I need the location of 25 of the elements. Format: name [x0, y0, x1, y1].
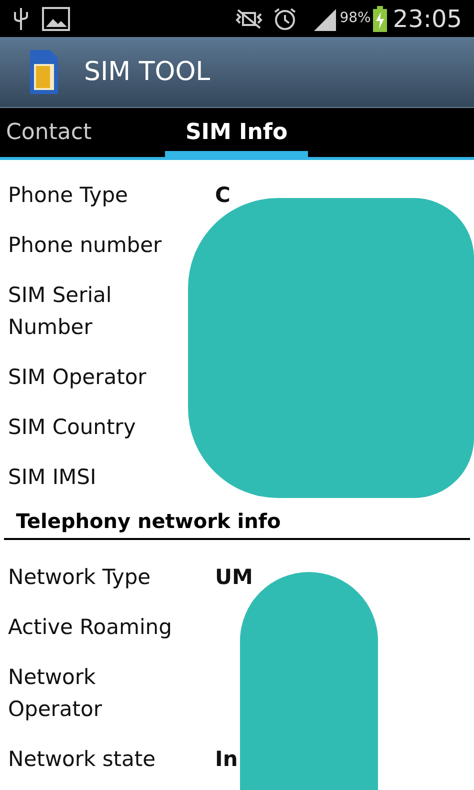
- section-header: Telephony network info: [4, 506, 470, 540]
- field-label: Phone Type: [8, 182, 129, 209]
- battery-charging-icon: [372, 6, 387, 32]
- sim-card-icon: [28, 48, 60, 96]
- field-label: Network state: [8, 746, 157, 773]
- usb-icon: [12, 6, 30, 32]
- alarm-icon: [272, 6, 298, 32]
- image-icon: [42, 6, 70, 30]
- field-label: Active Roaming: [8, 614, 173, 641]
- field-value: UM: [215, 564, 253, 591]
- signal-icon: [312, 6, 338, 30]
- app-title: SIM TOOL: [84, 56, 210, 88]
- field-value: C: [215, 182, 230, 209]
- clock-time: 23:05: [392, 4, 462, 34]
- field-label: SIM Operator: [8, 364, 148, 391]
- battery-percent: 98%: [340, 9, 371, 28]
- field-label: Network Type: [8, 564, 152, 591]
- field-value: In: [215, 746, 238, 773]
- tab[interactable]: SIM Info: [165, 108, 308, 157]
- tab[interactable]: Contact: [0, 108, 165, 157]
- field-label: Phone number: [8, 232, 163, 259]
- field-label: SIM Country: [8, 414, 137, 441]
- field-label: SIM IMSI: [8, 464, 98, 491]
- field-label: SIM Serial Number: [8, 282, 113, 341]
- field-label: Network Operator: [8, 664, 103, 723]
